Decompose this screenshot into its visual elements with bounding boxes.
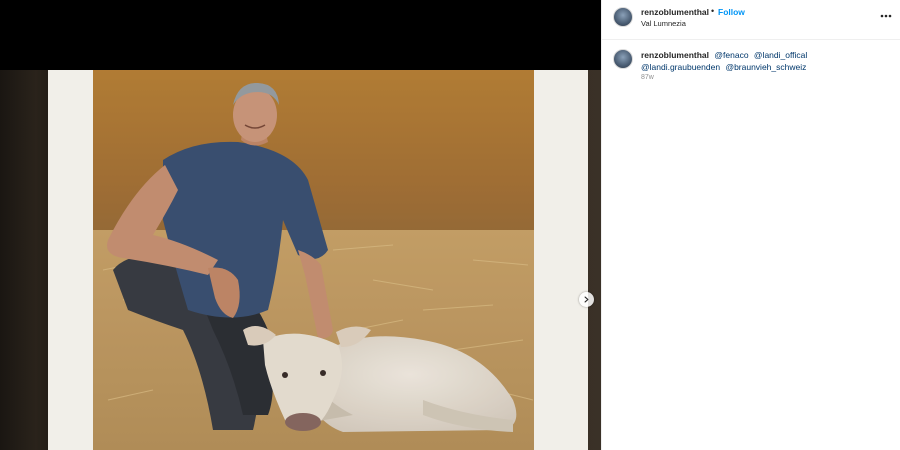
caption-username[interactable]: renzoblumenthal [641,50,709,60]
mention-link[interactable]: @landi_offical [754,50,807,60]
caption-avatar[interactable] [613,49,633,69]
post-photo[interactable] [0,70,601,450]
mention-link[interactable]: @landi.graubuenden [641,62,720,72]
mention-link[interactable]: @fenaco [714,50,748,60]
follow-button[interactable]: Follow [718,7,745,17]
caption-text: renzoblumenthal @fenaco @landi_offical @… [641,49,891,73]
more-horizontal-icon[interactable] [879,9,893,23]
post-age[interactable]: 87w [641,74,654,81]
photo-illustration [93,70,534,450]
next-image-button[interactable] [579,292,594,307]
post-username[interactable]: renzoblumenthal [641,7,709,17]
post-media[interactable] [0,0,601,450]
post-location[interactable]: Val Lumnezia [641,19,686,28]
mention-link[interactable]: @braunvieh_schweiz [725,62,806,72]
photo-print [93,70,534,450]
instagram-post: renzoblumenthal • Follow Val Lumnezia re… [0,0,900,450]
post-header: renzoblumenthal • Follow Val Lumnezia [602,0,900,40]
post-side-panel: renzoblumenthal • Follow Val Lumnezia re… [601,0,900,450]
chevron-right-icon [584,296,589,303]
avatar[interactable] [613,7,633,27]
separator-dot: • [711,6,715,16]
